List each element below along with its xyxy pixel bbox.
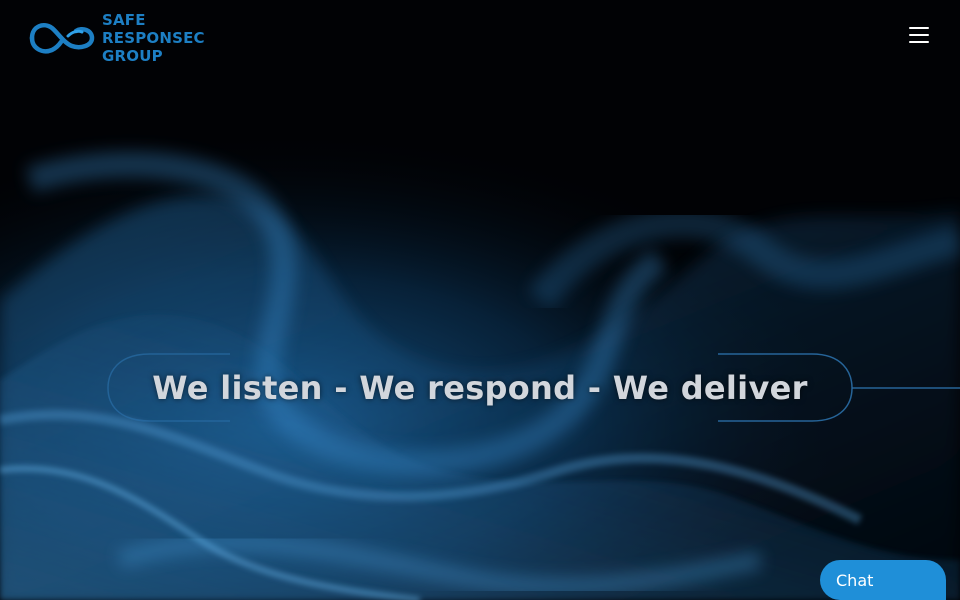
- hero-tagline: We listen - We respond - We deliver: [152, 369, 808, 407]
- hero-smoke-background: [0, 0, 960, 600]
- chat-button[interactable]: Chat: [820, 560, 946, 600]
- chat-button-label: Chat: [836, 570, 874, 590]
- infinity-logo-icon: [29, 23, 95, 54]
- menu-bar: [909, 41, 929, 43]
- site-header: SAFE RESPONSEC GROUP: [0, 0, 960, 80]
- logo-line-3: GROUP: [102, 47, 163, 65]
- brand-logo[interactable]: SAFE RESPONSEC GROUP: [26, 8, 226, 68]
- menu-bar: [909, 34, 929, 36]
- hero-section: We listen - We respond - We deliver: [0, 0, 960, 600]
- menu-bar: [909, 27, 929, 29]
- logo-line-2: RESPONSEC: [102, 29, 205, 47]
- logo-line-1: SAFE: [102, 11, 146, 29]
- logo-wordmark: SAFE RESPONSEC GROUP: [102, 11, 205, 65]
- hamburger-menu-icon[interactable]: [902, 20, 936, 50]
